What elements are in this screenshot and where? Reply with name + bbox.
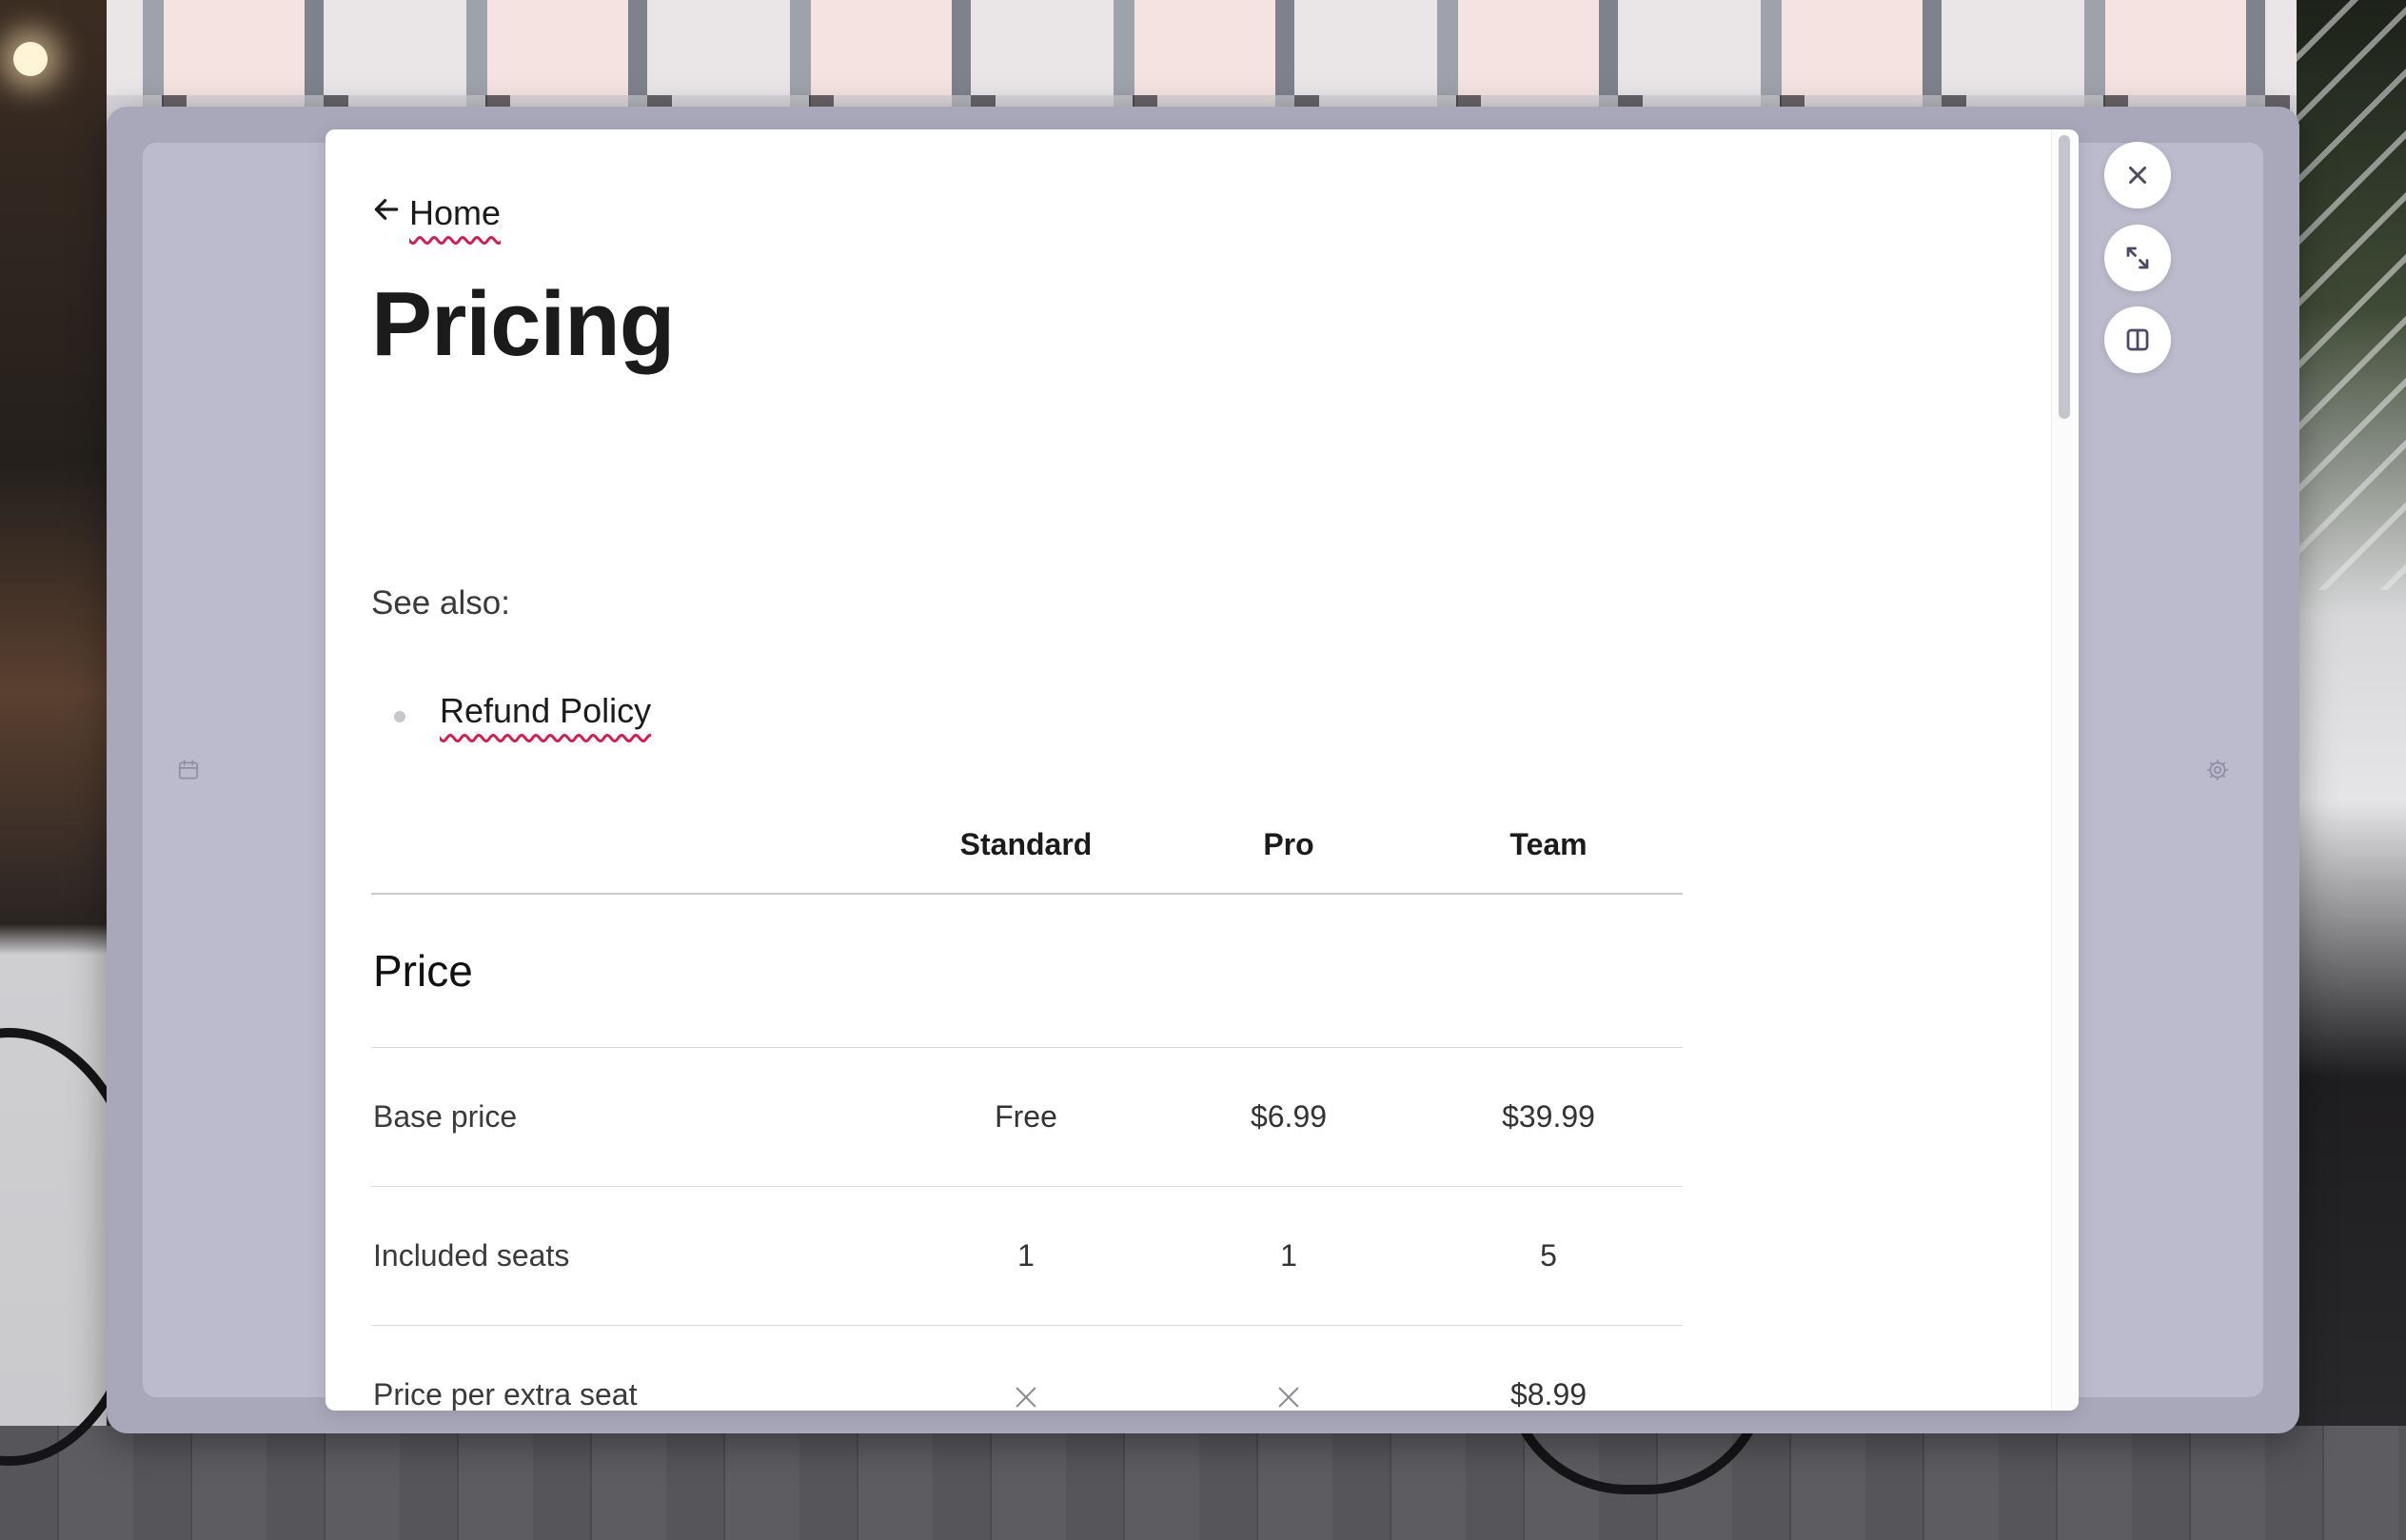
page-title: Pricing [371,273,675,375]
scrollbar[interactable] [2051,129,2079,1411]
pavement [0,1426,2406,1540]
cross-icon [1273,1382,1304,1411]
header-empty-cell [371,796,889,895]
cell-standard: 1 [889,1186,1163,1326]
arrow-left-icon [371,193,402,233]
page-card: Home Pricing See also: Refund Policy Sta… [325,129,2079,1411]
split-view-button[interactable] [2104,306,2171,373]
expand-icon [2123,244,2152,272]
cell-pro [1163,1325,1414,1411]
cell-team: $8.99 [1414,1325,1683,1411]
pricing-table: Standard Pro Team Price Base price Free … [371,796,1683,1411]
back-home-link[interactable]: Home [371,187,501,240]
row-label: Base price [371,1047,889,1187]
calendar-icon[interactable] [176,758,201,782]
section-row: Price [371,894,1683,1048]
expand-button[interactable] [2104,225,2171,291]
column-header-standard: Standard [889,796,1163,895]
cell-standard: Free [889,1047,1163,1187]
cell-team: 5 [1414,1186,1683,1326]
table-row: Price per extra seat $8.99 [371,1325,1683,1411]
table-header-row: Standard Pro Team [371,796,1683,895]
cross-icon [1011,1382,1041,1411]
table-row: Base price Free $6.99 $39.99 [371,1047,1683,1187]
cell-standard [889,1325,1163,1411]
gear-icon[interactable] [2205,758,2230,782]
split-view-icon [2123,326,2152,354]
back-home-label: Home [409,193,502,232]
cell-pro: $6.99 [1163,1047,1414,1187]
staircase [2297,0,2406,590]
list-bullet [394,711,405,722]
table-row: Included seats 1 1 5 [371,1186,1683,1326]
column-header-team: Team [1414,796,1683,895]
street-lamp [13,42,48,76]
row-label: Included seats [371,1186,889,1326]
cell-pro: 1 [1163,1186,1414,1326]
row-label: Price per extra seat [371,1325,889,1411]
close-icon [2123,161,2152,189]
section-title-price: Price [371,894,1683,1048]
cell-team: $39.99 [1414,1047,1683,1187]
refund-policy-link[interactable]: Refund Policy [440,691,651,731]
scrollbar-thumb[interactable] [2059,135,2070,419]
close-button[interactable] [2104,142,2171,208]
column-header-pro: Pro [1163,796,1414,895]
see-also-label: See also: [371,584,510,622]
